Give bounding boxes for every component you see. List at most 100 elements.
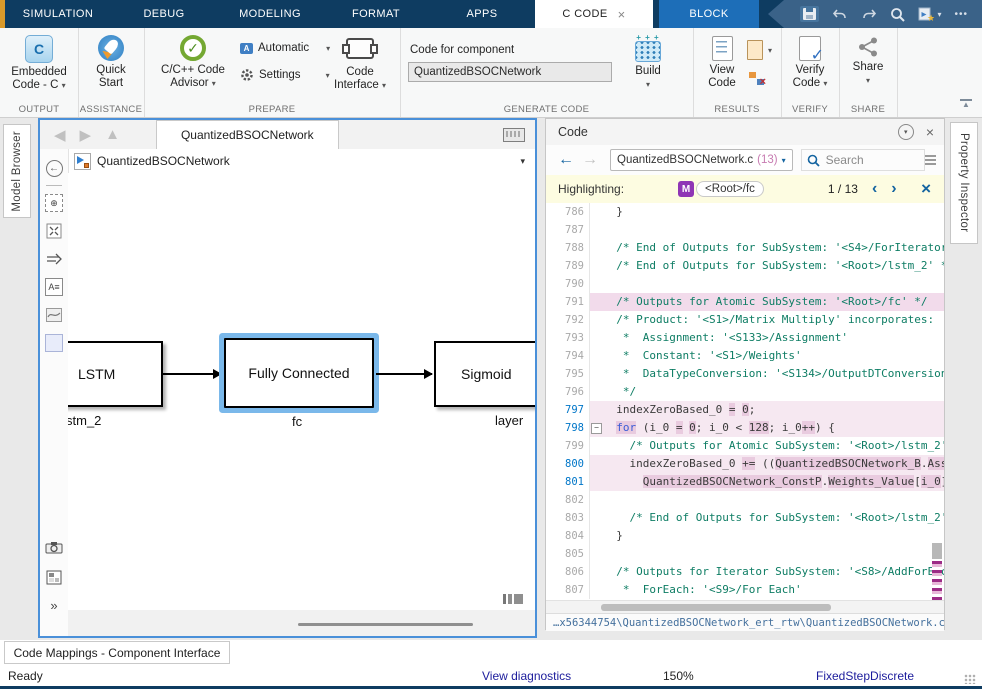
tab-apps[interactable]: APPS: [429, 0, 535, 28]
code-interface-button[interactable]: Code Interface ▾: [328, 38, 392, 92]
breadcrumb[interactable]: QuantizedBSOCNetwork ▾: [68, 149, 535, 174]
verify-code-button[interactable]: ✓ Verify Code ▾: [787, 36, 833, 90]
code-line: 793 * Assignment: '<S133>/Assignment': [546, 329, 944, 347]
tab-block[interactable]: BLOCK: [659, 0, 759, 28]
model-browser-tab[interactable]: Model Browser: [3, 124, 31, 218]
close-tab-icon[interactable]: ×: [618, 7, 626, 22]
image-annotation-button[interactable]: [44, 305, 64, 325]
hide-browser-button[interactable]: ←: [44, 158, 64, 178]
favorites-button[interactable]: ★ ▾: [918, 7, 941, 22]
ribbon-group-generate: Code for component + + + Build ▾ GENERAT…: [400, 28, 694, 117]
code-text: * DataTypeConversion: '<S134>/OutputDTCo…: [603, 365, 944, 383]
block-lstm[interactable]: LSTM: [68, 341, 163, 407]
block-lstm-name[interactable]: stm_2: [68, 413, 101, 428]
menu-icon[interactable]: [925, 153, 936, 167]
code-back-button[interactable]: ←: [558, 151, 574, 169]
tab-format[interactable]: FORMAT: [323, 0, 429, 28]
previous-match-button[interactable]: ‹: [872, 181, 877, 197]
redo-button[interactable]: [861, 7, 877, 21]
canvas-horizontal-scrollbar[interactable]: [298, 623, 473, 626]
settings-dropdown[interactable]: Settings ▾: [240, 68, 330, 82]
verify-code-icon: ✓: [799, 36, 821, 61]
undo-button[interactable]: [832, 7, 848, 21]
open-report-dropdown[interactable]: ▾: [747, 40, 772, 60]
c-code-ribbon: C Embedded Code - C ▾ OUTPUT Quick Start…: [0, 28, 982, 118]
view-code-button[interactable]: View Code: [701, 36, 743, 90]
resize-grip[interactable]: [964, 674, 976, 684]
tab-c-code-active[interactable]: C CODE ×: [535, 0, 653, 28]
view-diagnostics-link[interactable]: View diagnostics: [482, 669, 571, 683]
fit-to-view-button[interactable]: [44, 221, 64, 241]
chevron-down-icon: ▾: [646, 80, 650, 89]
zoom-region-button[interactable]: ⊕: [44, 193, 64, 213]
fit-to-view-icon: [46, 223, 62, 239]
share-button[interactable]: Share ▾: [847, 36, 889, 87]
area-box-button[interactable]: [44, 333, 64, 353]
nav-back-icon[interactable]: ◀: [54, 126, 66, 144]
block-fully-connected[interactable]: Fully Connected: [224, 338, 374, 408]
tab-modeling[interactable]: MODELING: [217, 0, 323, 28]
embedded-code-button[interactable]: C Embedded Code - C ▾: [8, 35, 70, 92]
tab-debug[interactable]: DEBUG: [111, 0, 217, 28]
remove-highlighting-button[interactable]: ×: [749, 72, 764, 85]
annotation-icon: A≡: [45, 278, 63, 296]
code-panel: Code ▾ × ← → QuantizedBSOCNetwork.c (13)…: [545, 118, 945, 630]
signal-line[interactable]: [376, 373, 432, 375]
dock-options-button[interactable]: ▾: [898, 124, 914, 140]
chevron-down-icon[interactable]: ▾: [520, 156, 525, 167]
clear-highlighting-button[interactable]: ×: [921, 179, 931, 199]
signal-routing-button[interactable]: [44, 249, 64, 269]
search-icon: [890, 7, 905, 22]
line-number: 786: [546, 203, 590, 221]
code-horizontal-scrollbar[interactable]: [546, 600, 944, 614]
close-panel-button[interactable]: ×: [926, 124, 934, 140]
model-tab[interactable]: QuantizedBSOCNetwork: [156, 120, 339, 149]
quick-start-button[interactable]: Quick Start: [88, 35, 134, 90]
file-dropdown[interactable]: QuantizedBSOCNetwork.c (13) ▾: [610, 149, 793, 171]
build-button[interactable]: + + + Build ▾: [622, 34, 674, 91]
next-match-button[interactable]: ›: [891, 181, 896, 197]
line-number: 803: [546, 509, 590, 527]
ribbon-group-prepare: ✓ C/C++ Code Advisor ▾ A Automatic ▾ Set…: [144, 28, 401, 117]
save-button[interactable]: [800, 6, 819, 22]
tab-c-code-label: C CODE: [562, 8, 607, 20]
viewmarks-button[interactable]: [44, 567, 64, 587]
file-name: QuantizedBSOCNetwork.c: [617, 154, 753, 166]
component-name-field[interactable]: [408, 62, 612, 82]
code-forward-button[interactable]: →: [582, 151, 598, 169]
chevron-down-icon: ▾: [62, 81, 66, 90]
block-fully-connected-name[interactable]: fc: [292, 414, 302, 429]
signal-line[interactable]: [163, 373, 221, 375]
fold-toggle[interactable]: −: [591, 423, 602, 434]
block-sigmoid-name[interactable]: layer: [495, 413, 523, 428]
highlight-target-pill[interactable]: <Root>/fc: [696, 181, 764, 197]
code-search-box[interactable]: Search: [801, 149, 926, 171]
more-options-button[interactable]: •••: [954, 9, 968, 20]
tab-simulation[interactable]: SIMULATION: [5, 0, 111, 28]
property-inspector-tab[interactable]: Property Inspector: [950, 122, 978, 244]
automatic-build-dropdown[interactable]: A Automatic ▾: [240, 42, 330, 54]
annotation-button[interactable]: A≡: [44, 277, 64, 297]
collapse-ribbon-button[interactable]: ▲: [960, 99, 972, 109]
model-canvas[interactable]: LSTM stm_2 Fully Connected fc Sigmoid la…: [68, 173, 535, 636]
search-button[interactable]: [890, 7, 905, 22]
scroll-marks-column[interactable]: [932, 203, 942, 600]
block-sigmoid[interactable]: Sigmoid: [434, 341, 535, 407]
code-advisor-button[interactable]: ✓ C/C++ Code Advisor ▾: [156, 35, 230, 90]
expand-palette-button[interactable]: »: [44, 595, 64, 615]
screenshot-button[interactable]: [44, 537, 64, 557]
nav-forward-icon[interactable]: ▶: [80, 126, 92, 144]
code-line: 796 */: [546, 383, 944, 401]
code-text: indexZeroBased_0 = 0;: [603, 401, 755, 419]
scrollbar-thumb[interactable]: [932, 543, 942, 559]
gear-icon: [240, 68, 254, 82]
nav-up-icon[interactable]: ▲: [105, 126, 120, 143]
keyboard-shortcuts-icon[interactable]: [503, 128, 525, 142]
status-bar: Ready View diagnostics 150% FixedStepDis…: [0, 666, 982, 686]
section-label-verify: VERIFY: [781, 104, 839, 115]
code-lines[interactable]: 786 }787788 /* End of Outputs for SubSys…: [546, 203, 944, 600]
solver-link[interactable]: FixedStepDiscrete: [816, 669, 914, 683]
code-mappings-button[interactable]: Code Mappings - Component Interface: [4, 641, 230, 664]
zoom-region-icon: ⊕: [45, 194, 63, 212]
code-panel-header: Code ▾ ×: [546, 119, 944, 146]
